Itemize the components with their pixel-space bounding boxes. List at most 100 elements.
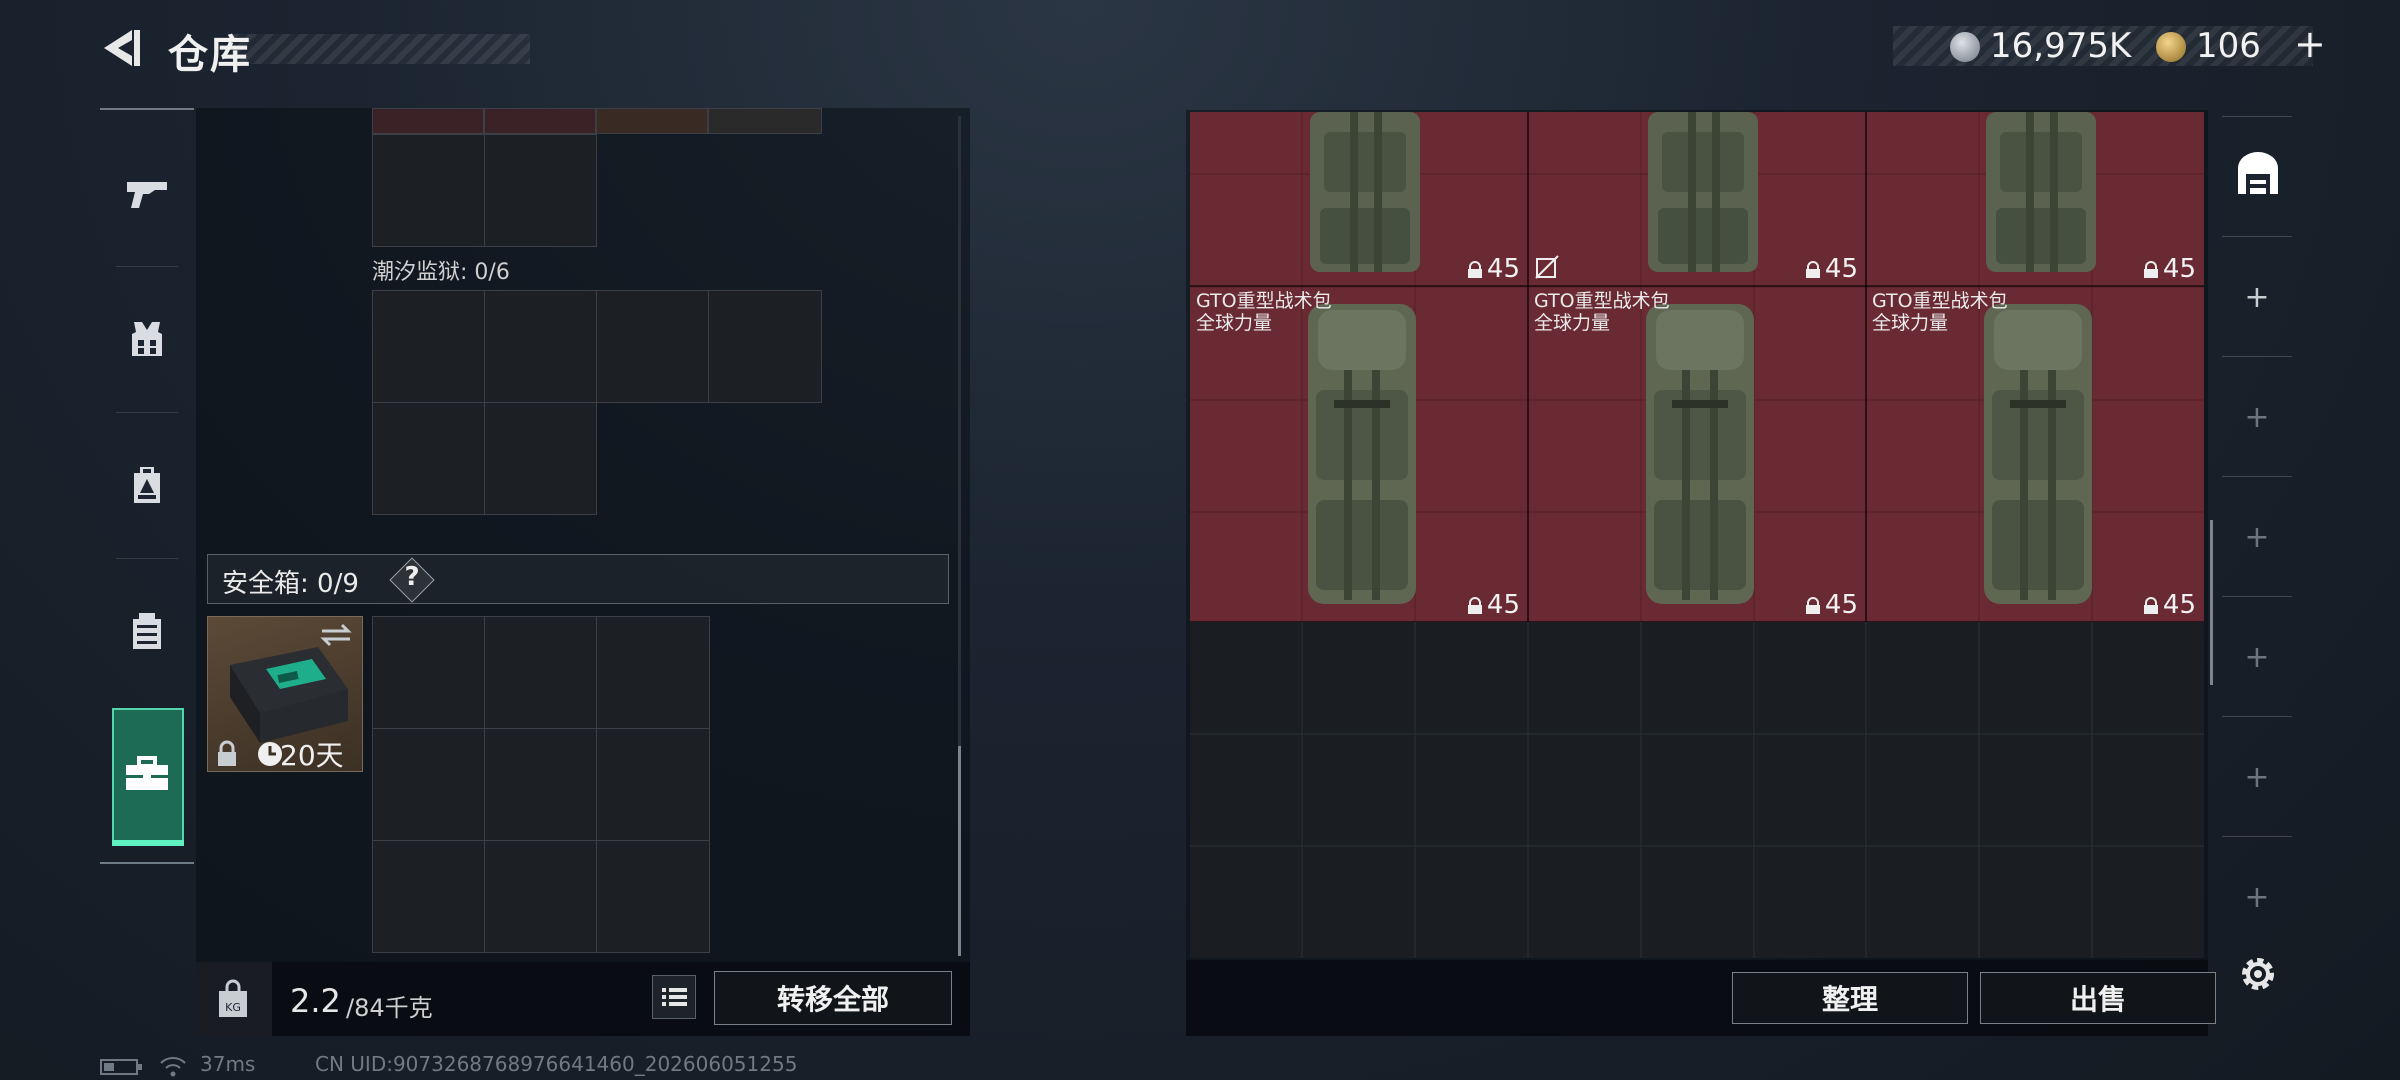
safe-box-label: 安全箱: 0/9 (222, 569, 359, 599)
backpack-icon (134, 467, 160, 503)
item-durability: 45 (1467, 254, 1520, 284)
item-name: GTO重型战术包 (1196, 290, 1332, 312)
backpack-image (1646, 304, 1754, 604)
scrollbar-thumb[interactable] (958, 746, 961, 956)
slot[interactable] (484, 290, 597, 403)
slot[interactable] (484, 134, 597, 247)
token-icon (2156, 32, 2186, 62)
item-grid-empty (1190, 622, 2204, 958)
safe-box-duration: 20天 (280, 739, 344, 772)
helmet-lock-icon (1467, 260, 1482, 278)
token-amount: 106 (2196, 26, 2261, 66)
backpack-item[interactable]: GTO重型战术包 全球力量 45 (1190, 286, 1528, 622)
slot[interactable] (708, 108, 822, 134)
add-page-button[interactable]: + (2222, 880, 2292, 915)
warehouse-home-icon[interactable] (2234, 150, 2282, 196)
gun-icon (127, 182, 167, 208)
slot[interactable] (596, 728, 710, 841)
slot[interactable] (372, 616, 485, 729)
coin-icon (1950, 32, 1980, 62)
sell-button[interactable]: 出售 (1980, 972, 2216, 1024)
add-page-button[interactable]: + (2222, 400, 2292, 435)
transfer-all-button[interactable]: 转移全部 (714, 971, 952, 1025)
item-name: GTO重型战术包 (1872, 290, 2008, 312)
settings-gear-icon[interactable] (2236, 952, 2280, 996)
weight-current: 2.2 (290, 982, 341, 1020)
swap-icon[interactable] (318, 622, 354, 648)
item-durability: 45 (1467, 590, 1520, 620)
nav-weapons[interactable] (100, 120, 194, 266)
nav-armor[interactable] (100, 266, 194, 412)
add-page-button[interactable]: + (2222, 760, 2292, 795)
item-subname: 全球力量 (1872, 312, 1949, 334)
prison-container-label: 潮汐监狱: 0/6 (372, 260, 510, 285)
list-view-button[interactable] (652, 975, 696, 1019)
slot[interactable] (484, 728, 597, 841)
slot[interactable] (484, 616, 597, 729)
slot[interactable] (708, 290, 822, 403)
slot[interactable] (372, 134, 485, 247)
slot[interactable] (484, 108, 596, 134)
item-subname: 全球力量 (1534, 312, 1611, 334)
slot[interactable] (372, 728, 485, 841)
slot[interactable] (372, 840, 485, 953)
backpack-item[interactable]: 45 (1528, 112, 1866, 286)
item-durability: 45 (1805, 254, 1858, 284)
add-page-button[interactable]: + (2222, 640, 2292, 675)
slot[interactable] (596, 290, 709, 403)
helmet-lock-icon (1805, 260, 1820, 278)
lock-icon (218, 740, 236, 766)
item-subname: 全球力量 (1196, 312, 1273, 334)
slot[interactable] (596, 840, 710, 953)
uid-text: CN UID:9073268768976641460_202606051255 (315, 1052, 798, 1076)
slot[interactable] (484, 840, 597, 953)
backpack-item[interactable]: GTO重型战术包 全球力量 45 (1866, 286, 2204, 622)
ping-text: 37ms (200, 1052, 256, 1076)
slot[interactable] (596, 108, 708, 134)
slot[interactable] (596, 616, 710, 729)
empty-grid (1190, 622, 2204, 958)
helmet-lock-icon (1805, 596, 1820, 614)
helmet-lock-icon (2143, 596, 2158, 614)
no-trade-icon (1535, 255, 1559, 279)
weight-max: /84千克 (346, 994, 433, 1022)
help-question-icon: ? (404, 562, 420, 592)
backpack-image (1984, 304, 2092, 604)
backpack-image (1308, 304, 1416, 604)
item-name: GTO重型战术包 (1534, 290, 1670, 312)
item-durability: 45 (2143, 590, 2196, 620)
back-arrow-icon[interactable] (100, 26, 144, 70)
organize-button[interactable]: 整理 (1732, 972, 1968, 1024)
item-durability: 45 (1805, 590, 1858, 620)
add-page-button[interactable]: + (2222, 520, 2292, 555)
title-stripe (232, 34, 530, 64)
slot[interactable] (372, 402, 485, 515)
list-icon (662, 988, 687, 1006)
nav-rig[interactable] (100, 558, 194, 704)
weight-lock-area: KG (196, 962, 272, 1036)
slot[interactable] (372, 108, 484, 134)
slot[interactable] (372, 290, 485, 403)
backpack-image (1986, 112, 2096, 272)
backpack-item[interactable]: GTO重型战术包 全球力量 45 (1528, 286, 1866, 622)
backpack-image (1648, 112, 1758, 272)
backpack-item[interactable]: 45 (1866, 112, 2204, 286)
slot[interactable] (484, 402, 597, 515)
svg-text:KG: KG (225, 1001, 241, 1014)
warehouse-page-nav: + + + + + + (2222, 110, 2292, 940)
nav-active-indicator (112, 840, 184, 846)
backpack-item[interactable]: 45 (1190, 112, 1528, 286)
briefcase-icon (126, 756, 168, 790)
helmet-lock-icon (2143, 260, 2158, 278)
helmet-lock-icon (1467, 596, 1482, 614)
weight-kg-icon: KG (219, 979, 247, 1017)
chest-rig-icon (133, 613, 161, 649)
scrollbar-thumb[interactable] (2210, 520, 2213, 685)
nav-backpack[interactable] (100, 412, 194, 558)
wifi-icon (160, 1057, 186, 1077)
add-currency-button[interactable]: + (2294, 22, 2326, 66)
item-durability: 45 (2143, 254, 2196, 284)
backpack-image (1310, 112, 1420, 272)
coin-amount: 16,975K (1990, 26, 2132, 66)
add-page-button[interactable]: + (2222, 280, 2292, 315)
